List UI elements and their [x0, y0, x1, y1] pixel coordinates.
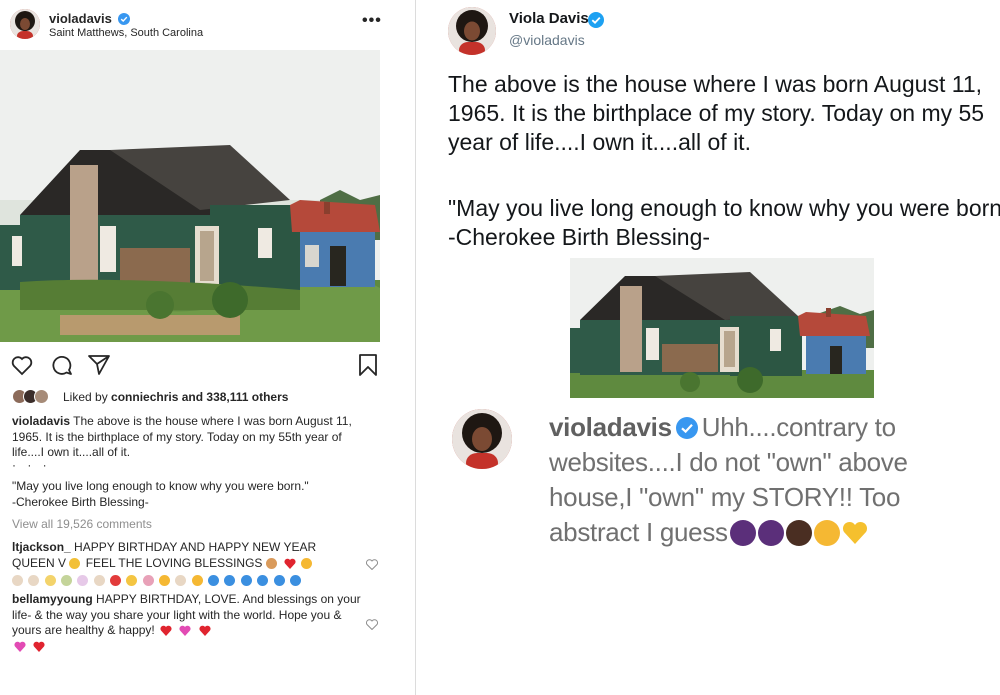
butterfly-emoji-icon — [289, 575, 301, 587]
comment-item: ltjackson_ HAPPY BIRTHDAY AND HAPPY NEW … — [12, 540, 362, 587]
sparkle-emoji-icon — [44, 575, 56, 587]
crown-emoji-icon — [69, 557, 81, 569]
heart-emoji-icon — [284, 558, 296, 569]
comment-item: bellamyyoung HAPPY BIRTHDAY, LOVE. And b… — [12, 592, 362, 654]
fist-bump-emoji-icon — [785, 520, 812, 546]
emoji-row — [12, 573, 303, 587]
panel-divider — [415, 0, 416, 695]
butterfly-emoji-icon — [257, 575, 269, 587]
party-face-emoji-icon — [301, 557, 313, 569]
tweet-line: The above is the house where I was born … — [448, 71, 983, 97]
quote-attribution: -Cherokee Birth Blessing- — [12, 494, 149, 509]
party-face-emoji-icon — [159, 575, 171, 587]
gift-emoji-icon — [142, 575, 154, 587]
likes-prefix: Liked by — [63, 390, 112, 404]
gift-emoji-icon — [77, 575, 89, 587]
tweet-text: The above is the house where I was born … — [448, 70, 1000, 157]
cake-emoji-icon — [93, 575, 105, 587]
tweet-quote-line: "May you live long enough to know why yo… — [448, 195, 1000, 221]
liker-username[interactable]: conniechris — [111, 390, 178, 404]
pink-heart-emoji-icon — [14, 641, 26, 652]
tweet-line: year of life....I own it....all of it. — [448, 129, 751, 155]
praying-hands-emoji-icon — [265, 557, 277, 569]
post-photo[interactable] — [0, 50, 380, 342]
red-heart-emoji-icon — [160, 626, 172, 637]
reply-avatar[interactable] — [452, 409, 512, 469]
instagram-post: violadavis Saint Matthews, South Carolin… — [0, 0, 382, 695]
zany-face-emoji-icon — [813, 520, 840, 546]
butterfly-emoji-icon — [208, 575, 220, 587]
comment-icon[interactable] — [50, 353, 74, 377]
butterfly-emoji-icon — [224, 575, 236, 587]
view-all-comments-link[interactable]: View all 19,526 comments — [12, 517, 152, 531]
yellow-heart-emoji-icon — [842, 521, 867, 544]
comment-text: FEEL THE LOVING BLESSINGS — [85, 555, 263, 570]
bookmark-icon[interactable] — [356, 353, 380, 377]
caption-username[interactable]: violadavis — [12, 414, 70, 428]
tweet-quote: "May you live long enough to know why yo… — [448, 194, 1000, 252]
tweet-line: 1965. It is the birthplace of my story. … — [448, 100, 985, 126]
tweet-display-name[interactable]: Viola Davis — [509, 10, 589, 27]
post-username[interactable]: violadavis — [49, 11, 112, 26]
comment-like-heart-icon[interactable] — [365, 557, 379, 571]
reply-username[interactable]: violadavis — [549, 412, 672, 442]
woman-shrugging-emoji-icon — [729, 520, 756, 546]
red-heart-emoji-icon — [33, 641, 45, 652]
tweet-quote-attribution: -Cherokee Birth Blessing- — [448, 224, 711, 250]
caption-quote: "May you live long enough to know why yo… — [12, 479, 377, 510]
quote-line: "May you live long enough to know why yo… — [12, 479, 309, 493]
pink-heart-emoji-icon — [179, 626, 192, 637]
post-caption: violadavis The above is the house where … — [12, 414, 377, 461]
tweet-photo[interactable] — [570, 258, 874, 398]
liker-avatar — [34, 389, 49, 404]
balloon-emoji-icon — [110, 575, 122, 587]
tweet: Viola Davis @violadavis The above is the… — [430, 0, 1000, 262]
verified-badge-icon — [118, 12, 130, 25]
caption-dots: · · · — [12, 458, 51, 472]
red-heart-emoji-icon — [199, 626, 211, 637]
verified-badge-icon — [675, 417, 698, 439]
profile-avatar[interactable] — [10, 9, 40, 39]
bouquet-emoji-icon — [61, 575, 73, 587]
comment-like-heart-icon[interactable] — [365, 617, 379, 631]
cake-emoji-icon — [175, 575, 187, 587]
likes-text[interactable]: Liked by conniechris and 338,111 others — [63, 390, 288, 404]
verified-badge-icon — [588, 12, 604, 28]
share-icon[interactable] — [87, 353, 111, 377]
tweet-avatar[interactable] — [448, 7, 496, 55]
likes-summary: Liked by conniechris and 338,111 others — [12, 389, 372, 405]
butterfly-emoji-icon — [240, 575, 252, 587]
ellipsis-icon[interactable]: ••• — [362, 12, 382, 30]
comment-username[interactable]: ltjackson_ — [12, 540, 71, 554]
comment-username[interactable]: bellamyyoung — [12, 592, 93, 606]
cake-emoji-icon — [28, 575, 40, 587]
cake-emoji-icon — [12, 575, 23, 587]
kiss-face-emoji-icon — [191, 575, 203, 587]
post-actions — [0, 350, 380, 382]
woman-facepalming-emoji-icon — [757, 520, 784, 546]
likes-count[interactable]: and 338,111 others — [178, 390, 289, 404]
tweet-handle[interactable]: @violadavis — [509, 32, 585, 48]
post-location[interactable]: Saint Matthews, South Carolina — [49, 27, 203, 39]
post-header: violadavis Saint Matthews, South Carolin… — [0, 0, 382, 50]
confetti-emoji-icon — [126, 575, 138, 587]
heart-icon[interactable] — [10, 353, 34, 377]
butterfly-emoji-icon — [273, 575, 285, 587]
reply-comment: violadavis Uhh....contrary to websites...… — [549, 410, 989, 550]
